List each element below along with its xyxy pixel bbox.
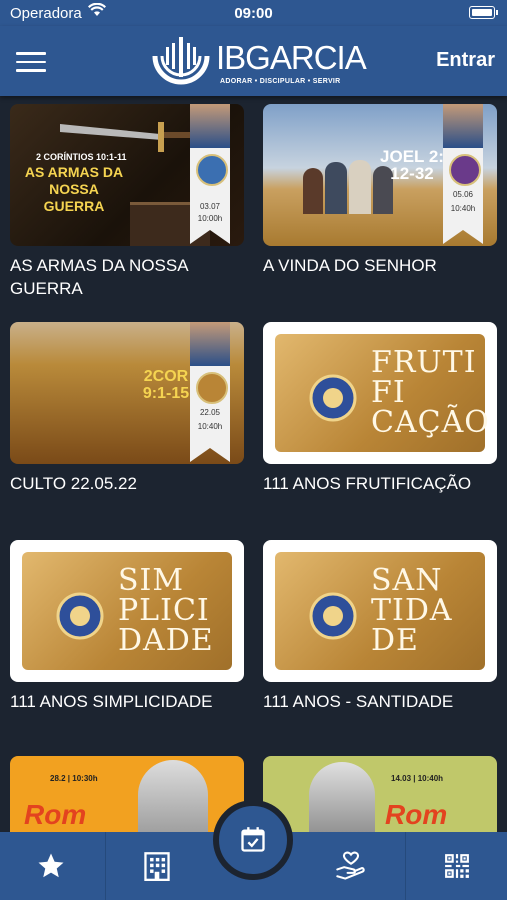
battery-icon: [469, 6, 498, 19]
church-seal-icon: [196, 372, 228, 404]
ribbon-badge: 03.07 10:00h: [190, 104, 230, 244]
thumbnail-word: SAN TIDA DE: [371, 563, 453, 658]
sermon-thumbnail[interactable]: JOEL 2: 12-32 05.06 10:40h: [263, 104, 497, 246]
ribbon-time: 10:40h: [450, 204, 476, 213]
pastor-photo: [190, 104, 230, 148]
tab-favorites[interactable]: [0, 832, 101, 900]
anniversary-panel: FRUTI FI CAÇÃO: [275, 334, 490, 452]
sermon-card[interactable]: SAN TIDA DE 111 ANOS - SANTIDADE: [263, 540, 497, 713]
thumbnail-reference: JOEL 2: 12-32: [380, 147, 444, 183]
sermon-title: A VINDA DO SENHOR: [263, 256, 437, 275]
hand-heart-icon: [335, 851, 365, 880]
sermon-card[interactable]: 28.2 | 10:30h Rom: [10, 756, 244, 832]
thumbnail-text: Rom: [385, 799, 448, 830]
tab-church[interactable]: [106, 832, 207, 900]
anniversary-emblem-icon: [309, 374, 357, 422]
logo-subtitle: ADORAR • DISCIPULAR • SERVIR: [220, 78, 341, 85]
star-icon: [38, 853, 63, 878]
ribbon-badge: 05.06 10:40h: [443, 104, 483, 244]
speaker-photo: [309, 762, 375, 832]
pastor-photo: [190, 322, 230, 366]
anniversary-panel: SIM PLICI DADE: [22, 552, 232, 670]
tab-donate[interactable]: [300, 832, 401, 900]
status-bar: Operadora 09:00: [0, 0, 507, 26]
church-seal-icon: [449, 154, 481, 186]
sermon-card[interactable]: SIM PLICI DADE 111 ANOS SIMPLICIDADE: [10, 540, 244, 713]
tab-schedule[interactable]: [213, 800, 293, 880]
sermon-thumbnail[interactable]: 2 CORÍNTIOS 10:1-11 AS ARMAS DA NOSSA GU…: [10, 104, 244, 246]
thumbnail-word: SIM PLICI DADE: [118, 563, 214, 658]
anniversary-emblem-icon: [309, 592, 357, 640]
sermon-card[interactable]: 2COR 9:1-15 22.05 10:40h CULTO 22.05.22: [10, 322, 244, 495]
sermon-thumbnail[interactable]: 14.03 | 10:40h Rom: [263, 756, 497, 832]
login-button[interactable]: Entrar: [436, 49, 495, 72]
thumbnail-reference: 2 CORÍNTIOS 10:1-11: [36, 152, 127, 162]
thumbnail-word: FRUTI FI CAÇÃO: [371, 345, 490, 440]
clock: 09:00: [234, 5, 273, 22]
thumbnail-heading: AS ARMAS DA NOSSA GUERRA: [24, 164, 124, 214]
speaker-photo: [138, 760, 208, 832]
sermon-card[interactable]: 2 CORÍNTIOS 10:1-11 AS ARMAS DA NOSSA GU…: [10, 104, 244, 300]
sermon-card[interactable]: FRUTI FI CAÇÃO 111 ANOS FRUTIFICAÇÃO: [263, 322, 497, 495]
church-logo: IBGARCIA ADORAR • DISCIPULAR • SERVIR: [150, 31, 367, 91]
sermon-card[interactable]: 14.03 | 10:40h Rom: [263, 756, 497, 832]
hamburger-line: [16, 69, 46, 72]
logo-wordmark: IBGARCIA: [216, 39, 367, 76]
sermon-thumbnail[interactable]: SIM PLICI DADE: [10, 540, 244, 682]
ribbon-date: 05.06: [452, 190, 474, 199]
anniversary-panel: SAN TIDA DE: [275, 552, 485, 670]
sermon-title: 111 ANOS - SANTIDADE: [263, 692, 454, 711]
ribbon-time: 10:00h: [197, 214, 223, 223]
calendar-check-icon: [241, 827, 265, 852]
sermon-thumbnail[interactable]: SAN TIDA DE: [263, 540, 497, 682]
sermon-card[interactable]: JOEL 2: 12-32 05.06 10:40h A VINDA DO SE…: [263, 104, 497, 277]
menorah-logo-icon: [152, 37, 210, 85]
pastor-photo: [443, 104, 483, 148]
sermon-thumbnail[interactable]: 28.2 | 10:30h Rom: [10, 756, 244, 832]
hamburger-line: [16, 60, 46, 63]
sermon-title: AS ARMAS DA NOSSA GUERRA: [10, 256, 188, 298]
sermon-thumbnail[interactable]: 2COR 9:1-15 22.05 10:40h: [10, 322, 244, 464]
ribbon-badge: 22.05 10:40h: [190, 322, 230, 462]
ribbon-date: 22.05: [199, 408, 221, 417]
thumbnail-date: 14.03 | 10:40h: [391, 774, 444, 783]
thumbnail-reference: 2COR 9:1-15: [142, 368, 190, 402]
tab-qr[interactable]: [406, 832, 507, 900]
building-icon: [143, 852, 170, 881]
ribbon-time: 10:40h: [197, 422, 223, 431]
qr-code-icon: [444, 854, 469, 878]
top-navbar: IBGARCIA ADORAR • DISCIPULAR • SERVIR En…: [0, 26, 507, 96]
sermon-thumbnail[interactable]: FRUTI FI CAÇÃO: [263, 322, 497, 464]
thumbnail-text: Rom: [24, 799, 87, 830]
sermon-title: CULTO 22.05.22: [10, 474, 137, 493]
sermon-title: 111 ANOS FRUTIFICAÇÃO: [263, 474, 472, 493]
ribbon-date: 03.07: [199, 202, 221, 211]
thumbnail-date: 28.2 | 10:30h: [50, 774, 98, 783]
menu-button[interactable]: [16, 52, 46, 72]
church-seal-icon: [196, 154, 228, 186]
sermon-title: 111 ANOS SIMPLICIDADE: [10, 692, 213, 711]
hamburger-line: [16, 52, 46, 55]
sermon-grid: 2 CORÍNTIOS 10:1-11 AS ARMAS DA NOSSA GU…: [0, 96, 507, 832]
anniversary-emblem-icon: [56, 592, 104, 640]
